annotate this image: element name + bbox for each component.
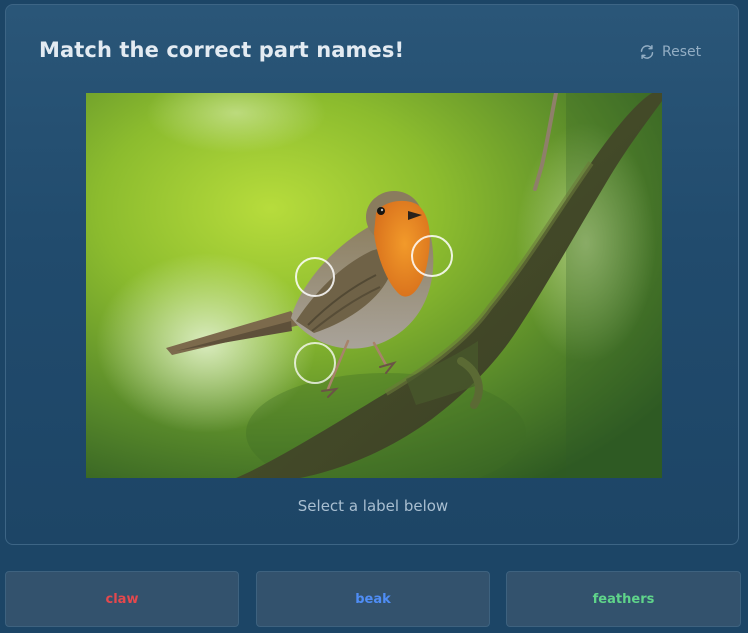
label-claw-text: claw bbox=[105, 591, 139, 607]
hotspot-feathers[interactable] bbox=[295, 257, 335, 297]
instruction-text: Select a label below bbox=[297, 497, 449, 515]
page-title: Match the correct part names! bbox=[39, 38, 405, 62]
hotspot-claw[interactable] bbox=[294, 342, 336, 384]
label-beak-text: beak bbox=[355, 591, 391, 607]
label-feathers-text: feathers bbox=[592, 591, 655, 607]
bird-photo bbox=[86, 93, 662, 478]
reset-button[interactable]: Reset bbox=[639, 41, 701, 63]
label-beak-button[interactable]: beak bbox=[256, 571, 490, 627]
reset-label: Reset bbox=[662, 44, 702, 60]
hotspot-beak[interactable] bbox=[411, 235, 453, 277]
label-claw-button[interactable]: claw bbox=[5, 571, 239, 627]
label-feathers-button[interactable]: feathers bbox=[506, 571, 741, 627]
refresh-icon bbox=[639, 44, 655, 60]
quiz-card: Match the correct part names! Reset Sele… bbox=[5, 4, 739, 545]
